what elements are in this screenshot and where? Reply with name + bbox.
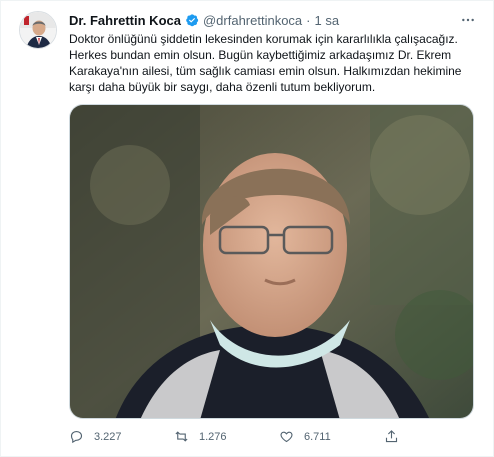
tweet-card[interactable]: Dr. Fahrettin Koca @drfahrettinkoca · 1 … xyxy=(0,0,494,457)
tweet-text-line: karşı daha büyük bir saygı, daha özenli … xyxy=(69,80,376,94)
share-icon xyxy=(385,430,398,443)
tweet-timestamp[interactable]: 1 sa xyxy=(315,13,340,28)
tweet-header: Dr. Fahrettin Koca @drfahrettinkoca · 1 … xyxy=(69,11,479,29)
tweet-content: Dr. Fahrettin Koca @drfahrettinkoca · 1 … xyxy=(69,11,479,95)
share-button[interactable] xyxy=(384,429,399,444)
like-button[interactable]: 6.711 xyxy=(279,429,384,444)
reply-icon xyxy=(70,430,83,444)
reply-button[interactable]: 3.227 xyxy=(69,429,174,444)
retweet-count: 1.276 xyxy=(199,430,227,443)
like-count: 6.711 xyxy=(304,430,331,443)
header-separator: · xyxy=(306,12,311,28)
tweet-text-line: Herkes bundan emin olsun. Bugün kaybetti… xyxy=(69,48,452,62)
retweet-icon xyxy=(175,431,188,442)
retweet-button[interactable]: 1.276 xyxy=(174,429,279,444)
verified-badge-icon xyxy=(185,13,199,27)
tweet-photo[interactable] xyxy=(69,104,474,419)
tweet-actions: 3.227 1.276 6.711 xyxy=(69,429,409,444)
portrait-photo xyxy=(70,105,473,418)
author-handle[interactable]: @drfahrettinkoca xyxy=(203,13,302,28)
reply-count: 3.227 xyxy=(94,430,122,443)
tweet-text: Doktor önlüğünü şiddetin lekesinden koru… xyxy=(69,31,479,95)
avatar-photo xyxy=(20,12,56,48)
more-options-icon[interactable] xyxy=(457,11,479,29)
tweet-text-line: Karakaya'nın ailesi, tüm sağlık camiası … xyxy=(69,64,462,78)
like-icon xyxy=(280,431,293,443)
author-name[interactable]: Dr. Fahrettin Koca xyxy=(69,13,181,28)
tweet-text-line: Doktor önlüğünü şiddetin lekesinden koru… xyxy=(69,32,458,46)
avatar[interactable] xyxy=(19,11,57,49)
